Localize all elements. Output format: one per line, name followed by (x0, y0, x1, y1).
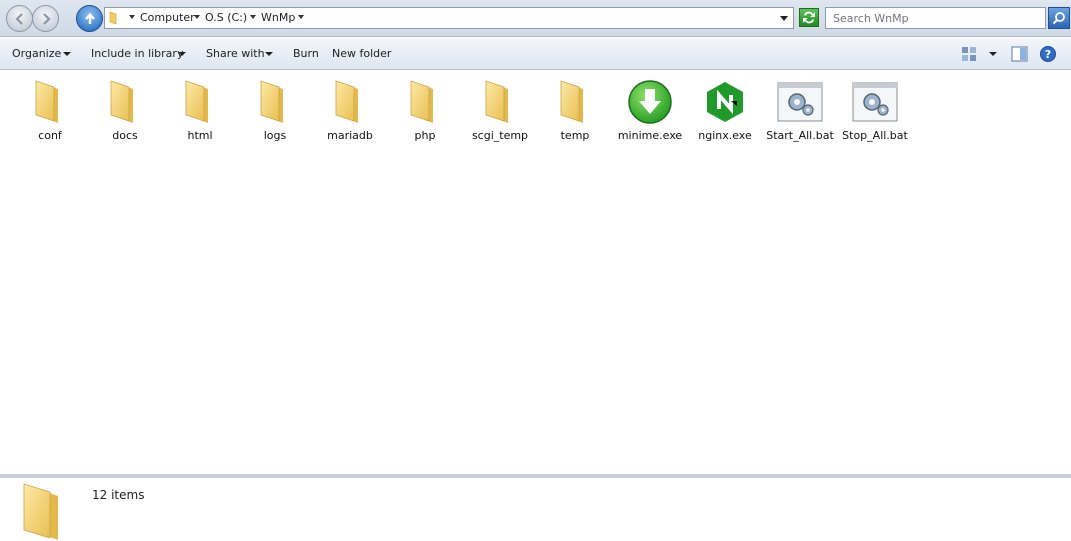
new-folder-button[interactable]: New folder (332, 47, 391, 60)
breadcrumb-wnmp[interactable]: WnMp (261, 11, 295, 24)
batch-file-icon (776, 79, 824, 125)
back-arrow-icon (14, 12, 23, 25)
chevron-down-icon[interactable] (178, 52, 186, 56)
view-options-dropdown-icon[interactable] (989, 52, 997, 56)
file-list: conf docs html logs mariadb php scgi_tem… (0, 71, 1071, 473)
folder-icon (23, 483, 58, 540)
refresh-button[interactable] (799, 8, 819, 27)
chevron-down-icon[interactable] (265, 52, 273, 56)
file-name: Start_All.bat (766, 129, 834, 142)
refresh-icon (803, 11, 815, 24)
organize-menu[interactable]: Organize (12, 47, 61, 60)
file-name: Stop_All.bat (842, 129, 908, 142)
file-item-stop-all-bat[interactable]: Stop_All.bat (838, 79, 912, 145)
folder-icon (109, 11, 117, 25)
folder-item-docs[interactable]: docs (88, 79, 162, 145)
folder-icon (551, 79, 599, 125)
address-box[interactable]: Computer O.S (C:) WnMp (104, 7, 794, 29)
folder-icon (326, 79, 374, 125)
up-arrow-icon (84, 12, 95, 24)
chevron-down-icon[interactable] (63, 52, 71, 56)
forward-arrow-icon (42, 12, 51, 25)
file-name: nginx.exe (698, 129, 752, 142)
breadcrumb-computer[interactable]: Computer (140, 11, 195, 24)
forward-button[interactable] (32, 5, 59, 32)
file-name: scgi_temp (471, 129, 529, 142)
folder-icon (176, 79, 224, 125)
folder-item-conf[interactable]: conf (13, 79, 87, 145)
file-name: minime.exe (617, 129, 683, 142)
change-view-icon[interactable] (961, 46, 977, 62)
file-item-start-all-bat[interactable]: Start_All.bat (763, 79, 837, 145)
details-pane: 12 items (0, 474, 1071, 541)
folder-icon (251, 79, 299, 125)
burn-button[interactable]: Burn (293, 47, 319, 60)
file-name: temp (560, 129, 590, 142)
breadcrumb-drive[interactable]: O.S (C:) (205, 11, 247, 24)
back-button[interactable] (6, 5, 33, 32)
item-count: 12 items (92, 488, 145, 502)
file-name: php (414, 129, 436, 142)
svg-text:?: ? (1045, 48, 1051, 61)
file-name: logs (263, 129, 287, 142)
folder-item-logs[interactable]: logs (238, 79, 312, 145)
file-item-minime-exe[interactable]: minime.exe (613, 79, 687, 145)
folder-icon (401, 79, 449, 125)
file-name: docs (112, 129, 138, 142)
address-bar-row: Computer O.S (C:) WnMp (0, 0, 1071, 37)
preview-pane-icon[interactable] (1011, 46, 1028, 62)
help-icon[interactable]: ? (1040, 46, 1056, 62)
folder-icon (26, 79, 74, 125)
folder-icon (101, 79, 149, 125)
folder-item-temp[interactable]: temp (538, 79, 612, 145)
address-history-dropdown-icon[interactable] (780, 16, 788, 21)
search-icon (1052, 12, 1065, 25)
file-item-nginx-exe[interactable]: nginx.exe (688, 79, 762, 145)
file-name: conf (38, 129, 62, 142)
breadcrumb-dropdown-icon[interactable] (194, 15, 200, 19)
batch-file-icon (851, 79, 899, 125)
breadcrumb-dropdown-icon[interactable] (129, 15, 135, 19)
search-button[interactable] (1048, 7, 1070, 29)
folder-item-mariadb[interactable]: mariadb (313, 79, 387, 145)
folder-item-html[interactable]: html (163, 79, 237, 145)
breadcrumb-dropdown-icon[interactable] (250, 15, 256, 19)
up-button[interactable] (76, 5, 103, 32)
file-name: html (187, 129, 213, 142)
folder-item-scgi-temp[interactable]: scgi_temp (463, 79, 537, 145)
folder-icon (476, 79, 524, 125)
breadcrumb-dropdown-icon[interactable] (298, 15, 304, 19)
green-download-icon (626, 79, 674, 125)
search-input[interactable] (825, 7, 1046, 29)
nginx-logo-icon (701, 79, 749, 125)
file-name: mariadb (327, 129, 373, 142)
command-bar: Organize Include in library Share with B… (0, 38, 1071, 70)
share-with-menu[interactable]: Share with (206, 47, 265, 60)
include-in-library-menu[interactable]: Include in library (91, 47, 183, 60)
folder-item-php[interactable]: php (388, 79, 462, 145)
